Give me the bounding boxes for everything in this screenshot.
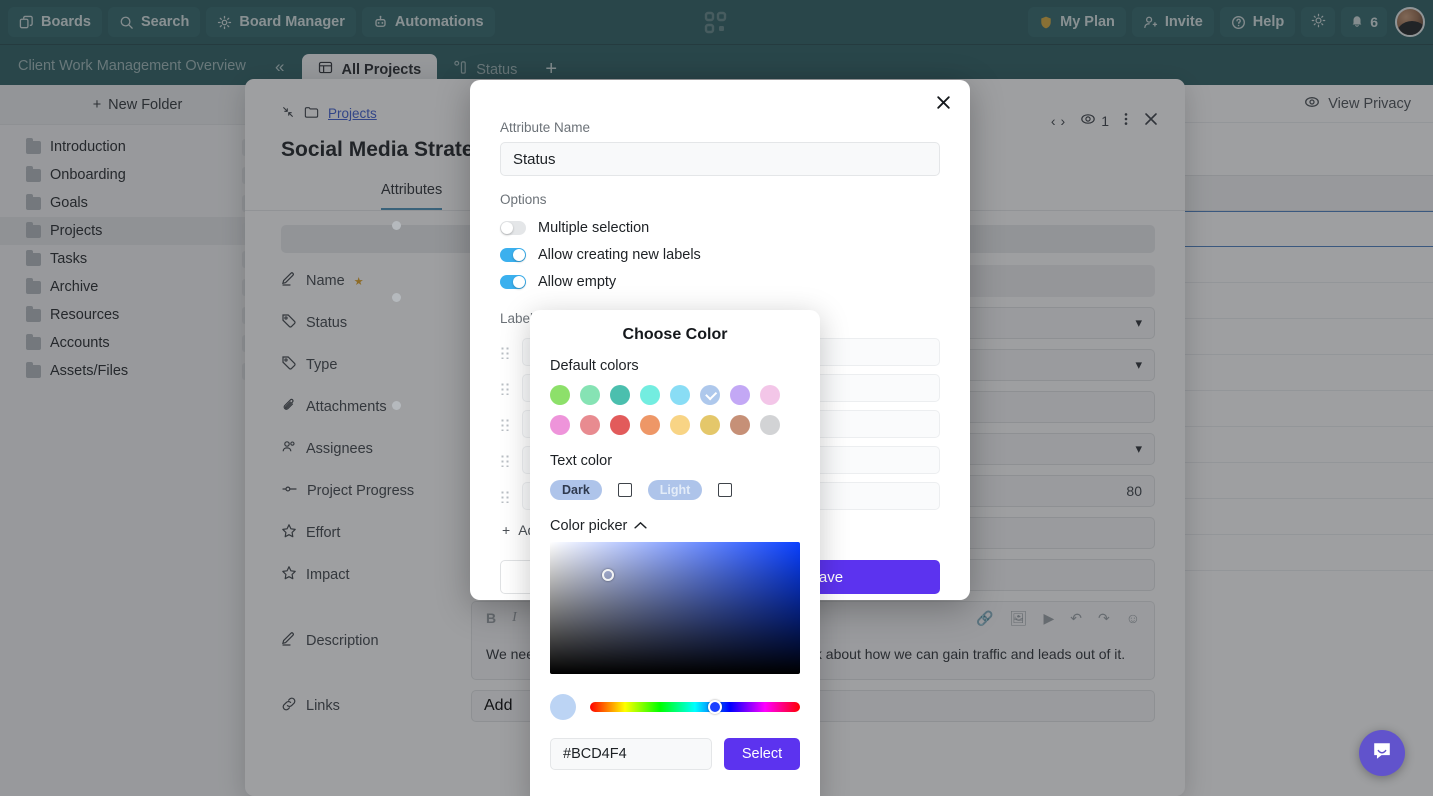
color-swatch[interactable]	[610, 415, 630, 435]
drag-handle-icon[interactable]	[500, 381, 510, 395]
chat-support-button[interactable]	[1359, 730, 1405, 776]
option-allow-empty-label: Allow empty	[538, 273, 617, 290]
toggle-allow-creating-new-labels[interactable]	[500, 247, 526, 262]
hue-row	[550, 694, 800, 720]
drag-handle-icon[interactable]	[500, 489, 510, 503]
color-swatch[interactable]	[640, 415, 660, 435]
select-color-button[interactable]: Select	[724, 738, 800, 770]
drag-handle-icon[interactable]	[500, 417, 510, 431]
color-swatch[interactable]	[550, 415, 570, 435]
drag-handle-icon[interactable]	[500, 345, 510, 359]
option-allow-creating-new-labels-label: Allow creating new labels	[538, 246, 701, 263]
color-preview-swatch	[550, 694, 576, 720]
saturation-value-box[interactable]	[550, 542, 800, 674]
color-swatch[interactable]	[730, 385, 750, 405]
color-swatch[interactable]	[580, 385, 600, 405]
toggle-multiple-selection[interactable]	[500, 220, 526, 235]
text-color-dark-checkbox[interactable]	[617, 483, 632, 497]
hue-slider-knob[interactable]	[707, 700, 722, 714]
option-allow-empty[interactable]: Allow empty	[500, 268, 940, 295]
drag-handle-icon[interactable]	[500, 453, 510, 467]
color-swatch[interactable]	[640, 385, 660, 405]
color-swatch[interactable]	[760, 385, 780, 405]
hue-slider[interactable]	[590, 700, 800, 714]
choose-color-popup: Choose Color Default colors Text color D…	[530, 310, 820, 796]
choose-color-title: Choose Color	[622, 326, 728, 343]
chevron-up-icon	[634, 518, 647, 534]
chat-bubble-icon	[1371, 740, 1393, 767]
swatch-row-2	[550, 415, 800, 435]
options-section: Options Multiple selection Allow creatin…	[500, 192, 940, 295]
modal-close-button[interactable]	[935, 94, 952, 115]
text-color-dark-pill: Dark	[550, 480, 602, 500]
plus-icon: +	[502, 522, 511, 538]
color-swatch[interactable]	[670, 385, 690, 405]
color-swatch[interactable]	[760, 415, 780, 435]
hex-color-input[interactable]: #BCD4F4	[550, 738, 712, 770]
text-color-label: Text color	[550, 453, 613, 469]
app-root: Boards Search Board Manager Automations	[0, 0, 1433, 796]
color-picker-toggle[interactable]: Color picker	[550, 518, 800, 534]
saturation-cursor[interactable]	[602, 569, 614, 581]
toggle-allow-empty[interactable]	[500, 274, 526, 289]
text-color-options: Dark Light	[550, 480, 800, 500]
text-color-light-pill: Light	[647, 480, 703, 500]
text-color-light-checkbox[interactable]	[718, 483, 733, 497]
swatch-row-1	[550, 385, 800, 405]
default-colors-label: Default colors	[550, 358, 639, 374]
attribute-name-label: Attribute Name	[500, 120, 591, 135]
color-swatch[interactable]	[580, 415, 600, 435]
color-swatch[interactable]	[700, 385, 720, 405]
color-swatch[interactable]	[550, 385, 570, 405]
color-swatch[interactable]	[730, 415, 750, 435]
color-swatch[interactable]	[700, 415, 720, 435]
color-picker-label: Color picker	[550, 518, 628, 534]
options-label: Options	[500, 192, 547, 207]
color-swatch[interactable]	[610, 385, 630, 405]
color-swatch[interactable]	[670, 415, 690, 435]
option-allow-creating-new-labels[interactable]: Allow creating new labels	[500, 241, 940, 268]
hex-row: #BCD4F4 Select	[550, 738, 800, 770]
attribute-name-input[interactable]: Status	[500, 142, 940, 176]
option-multiple-selection[interactable]: Multiple selection	[500, 214, 940, 241]
option-multiple-selection-label: Multiple selection	[538, 219, 650, 236]
